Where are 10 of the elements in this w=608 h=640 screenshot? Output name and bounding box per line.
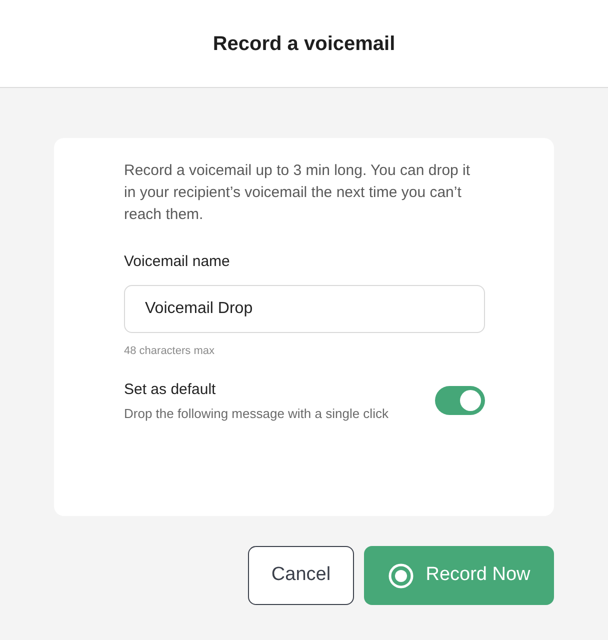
setting-label: Set as default: [124, 380, 217, 400]
intro-text: Record a voicemail up to 3 min long. You can drop it in your recipient’s voicemail the next time you can’t reach them.: [124, 161, 472, 225]
default-toggle[interactable]: [435, 386, 485, 415]
record-icon: [388, 562, 414, 588]
name-input-field[interactable]: Voicemail Drop: [124, 284, 485, 332]
setting-description: Drop the following message with a single click: [124, 404, 390, 423]
cancel-button[interactable]: Cancel: [248, 546, 354, 605]
dialog-title: Record a voicemail: [212, 32, 396, 56]
field-hint: 48 characters max: [124, 344, 216, 358]
field-label: Voicemail name: [124, 252, 231, 272]
